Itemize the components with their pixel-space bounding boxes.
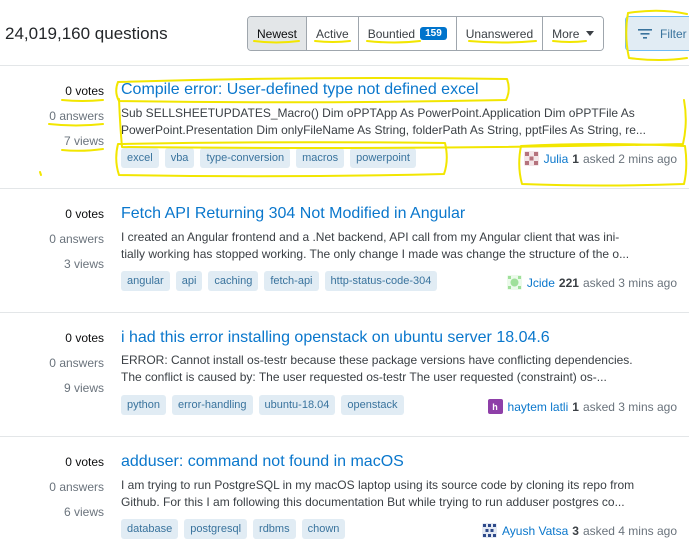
excerpt-line: PowerPoint.Presentation Dim onlyFileName… <box>121 123 646 137</box>
tag-vba[interactable]: vba <box>164 148 195 168</box>
sort-filter-group: Newest Active Bountied 159 Unanswered Mor… <box>247 16 605 51</box>
view-count: 7 views <box>63 134 104 148</box>
view-count: 3 views <box>63 257 104 271</box>
user-card: Julia 1 asked 2 mins ago <box>523 151 677 166</box>
user-reputation: 221 <box>558 275 579 290</box>
tag-caching[interactable]: caching <box>208 271 259 291</box>
asked-time[interactable]: asked 3 mins ago <box>583 400 677 414</box>
question-title-link[interactable]: Fetch API Returning 304 Not Modified in … <box>121 205 465 223</box>
filter-bountied-button[interactable]: Bountied 159 <box>358 17 457 50</box>
vote-count: 0 votes <box>65 84 104 98</box>
user-reputation: 3 <box>572 523 579 538</box>
filter-active-label: Active <box>316 26 349 41</box>
user-reputation: 1 <box>572 151 579 166</box>
asked-time[interactable]: asked 2 mins ago <box>583 152 677 166</box>
filter-icon <box>638 28 652 39</box>
tag-database[interactable]: database <box>121 519 179 539</box>
user-name-link[interactable]: Jcide <box>527 276 555 290</box>
vote-count: 0 votes <box>65 455 104 469</box>
view-count: 6 views <box>63 505 104 519</box>
question-count: 24,019,160 questions <box>5 24 168 43</box>
question-stats: 0 votes 0 answers 9 views <box>0 313 104 437</box>
excerpt-line: Github. For this I am following this doc… <box>121 495 625 509</box>
tag-powerpoint[interactable]: powerpoint <box>350 148 416 168</box>
tag-list: angular api caching fetch-api http-statu… <box>121 271 438 291</box>
tag-list: excel vba type-conversion macros powerpo… <box>121 148 416 168</box>
avatar[interactable]: h <box>487 399 503 414</box>
user-name-link[interactable]: haytem latli <box>508 400 569 414</box>
filter-unanswered-label: Unanswered <box>465 26 534 41</box>
tag-macros[interactable]: macros <box>296 148 345 168</box>
filter-newest-button[interactable]: Newest <box>248 17 308 50</box>
filter-unanswered-button[interactable]: Unanswered <box>456 17 544 50</box>
question-excerpt: Sub SELLSHEETUPDATES_Macro() Dim oPPTApp… <box>121 105 681 139</box>
tag-angular[interactable]: angular <box>121 271 170 291</box>
tag-http-status-code-304[interactable]: http-status-code-304 <box>324 271 438 291</box>
question-title-link[interactable]: Compile error: User-defined type not def… <box>121 81 479 99</box>
question-title-link[interactable]: adduser: command not found in macOS <box>121 453 404 471</box>
tag-ubuntu-18-04[interactable]: ubuntu-18.04 <box>258 395 336 415</box>
filter-button[interactable]: Filter <box>625 16 689 51</box>
identicon-icon <box>524 152 538 165</box>
question-title-link[interactable]: i had this error installing openstack on… <box>121 329 550 347</box>
tag-list: database postgresql rdbms chown <box>121 519 346 539</box>
question-summary: 0 votes 0 answers 9 views i had this err… <box>0 313 689 437</box>
filter-more-label: More <box>552 26 580 41</box>
question-excerpt: ERROR: Cannot install os-testr because t… <box>121 352 681 386</box>
avatar[interactable] <box>506 275 522 290</box>
filter-bountied-label: Bountied <box>367 26 416 41</box>
answer-count: 0 answers <box>49 109 104 123</box>
answer-count: 0 answers <box>49 232 104 246</box>
vote-count: 0 votes <box>65 331 104 345</box>
avatar[interactable] <box>481 523 497 538</box>
question-excerpt: I am trying to run PostgreSQL in my macO… <box>121 477 681 511</box>
filter-more-button[interactable]: More <box>543 17 604 50</box>
user-name-link[interactable]: Ayush Vatsa <box>502 524 568 538</box>
tag-fetch-api[interactable]: fetch-api <box>264 271 319 291</box>
question-stats: 0 votes 0 answers 7 views <box>0 66 104 189</box>
question-excerpt: I created an Angular frontend and a .Net… <box>121 229 681 263</box>
tag-api[interactable]: api <box>175 271 203 291</box>
excerpt-line: Sub SELLSHEETUPDATES_Macro() Dim oPPTApp… <box>121 106 635 120</box>
tag-postgresql[interactable]: postgresql <box>184 519 248 539</box>
filter-newest-label: Newest <box>257 26 298 41</box>
user-card: h haytem latli 1 asked 3 mins ago <box>487 399 677 414</box>
excerpt-line: I created an Angular frontend and a .Net… <box>121 230 620 244</box>
tag-error-handling[interactable]: error-handling <box>172 395 253 415</box>
tag-list: python error-handling ubuntu-18.04 opens… <box>121 395 404 415</box>
tag-rdbms[interactable]: rdbms <box>253 519 296 539</box>
excerpt-line: tially working has stopped working. The … <box>121 247 630 261</box>
questions-header: 24,019,160 questions Newest Active Bount… <box>0 0 689 66</box>
tag-chown[interactable]: chown <box>301 519 346 539</box>
excerpt-line: The conflict is caused by: The user requ… <box>121 370 607 384</box>
bounty-count-badge: 159 <box>420 27 447 40</box>
question-summary: 0 votes 0 answers 3 views Fetch API Retu… <box>0 189 689 313</box>
answer-count: 0 answers <box>49 356 104 370</box>
question-summary: 0 votes 0 answers 6 views adduser: comma… <box>0 437 689 559</box>
user-reputation: 1 <box>572 399 579 414</box>
filter-active-button[interactable]: Active <box>307 17 359 50</box>
excerpt-line: ERROR: Cannot install os-testr because t… <box>121 353 633 367</box>
vote-count: 0 votes <box>65 207 104 221</box>
question-summary: 0 votes 0 answers 7 views Compile error:… <box>0 66 689 189</box>
question-stats: 0 votes 0 answers 6 views <box>0 437 104 559</box>
avatar[interactable] <box>523 151 539 166</box>
tag-excel[interactable]: excel <box>121 148 159 168</box>
excerpt-line: I am trying to run PostgreSQL in my macO… <box>121 478 635 492</box>
view-count: 9 views <box>63 381 104 395</box>
tag-type-conversion[interactable]: type-conversion <box>200 148 291 168</box>
answer-count: 0 answers <box>49 480 104 494</box>
chevron-down-icon <box>586 31 595 36</box>
user-card: Jcide 221 asked 3 mins ago <box>506 275 677 290</box>
asked-time[interactable]: asked 4 mins ago <box>583 524 677 538</box>
user-name-link[interactable]: Julia <box>544 152 569 166</box>
tag-openstack[interactable]: openstack <box>341 395 404 415</box>
identicon-icon <box>507 276 521 289</box>
identicon-icon <box>482 524 496 537</box>
tag-python[interactable]: python <box>121 395 167 415</box>
filter-button-label: Filter <box>660 26 687 41</box>
question-stats: 0 votes 0 answers 3 views <box>0 189 104 313</box>
user-card: Ayush Vatsa 3 asked 4 mins ago <box>481 523 677 538</box>
asked-time[interactable]: asked 3 mins ago <box>583 276 677 290</box>
